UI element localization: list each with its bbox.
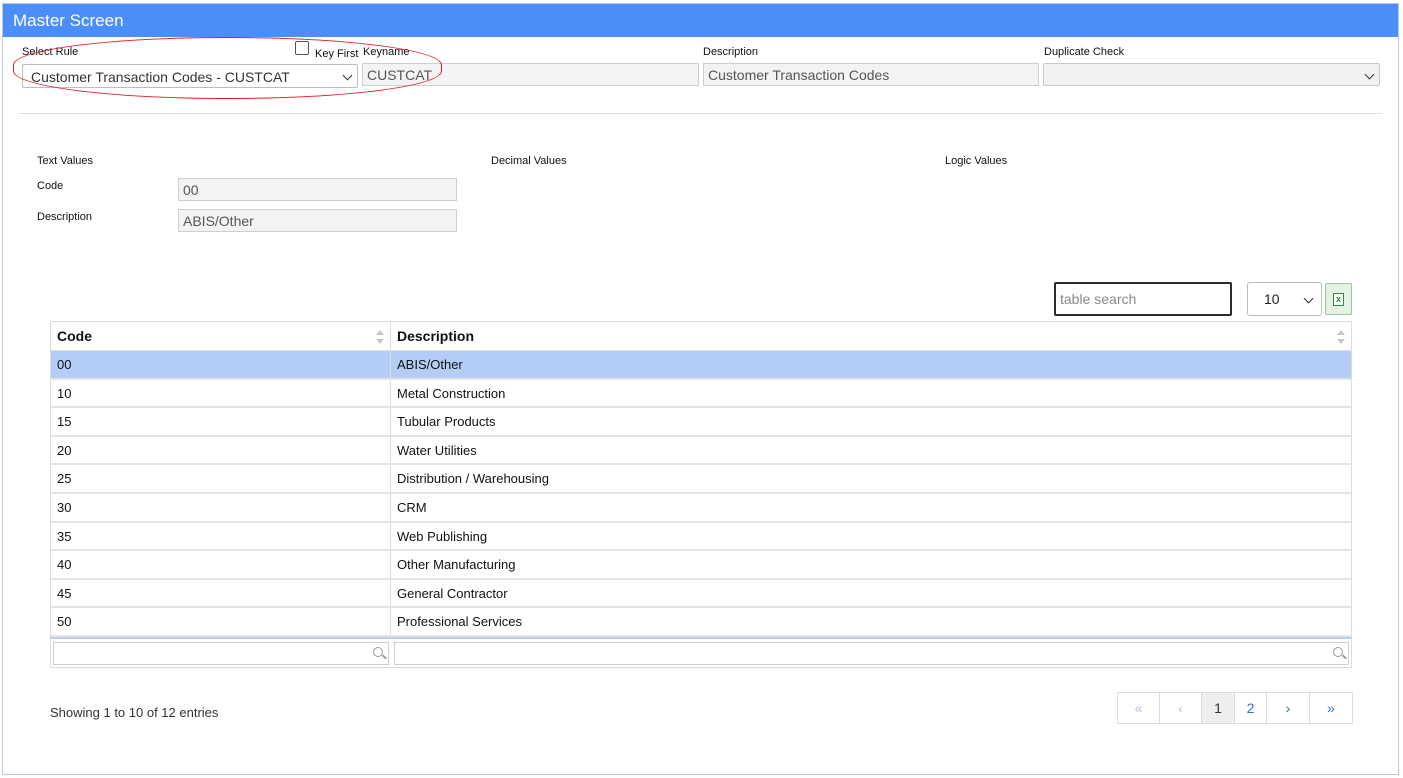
column-header-label: Code [57,328,92,344]
cell-code: 20 [51,436,391,464]
table-search-input[interactable]: table search [1054,282,1232,316]
table-row[interactable]: 30 CRM [50,493,1352,523]
cell-description: Water Utilities [397,442,477,458]
column-filter-row [50,636,1352,668]
table-row[interactable]: 50 Professional Services [50,608,1352,637]
chevron-down-icon [1303,293,1314,304]
table-row[interactable]: 20 Water Utilities [50,436,1352,466]
logic-values-label: Logic Values [945,155,1008,167]
cell-code: 10 [51,379,391,407]
chevron-down-icon [342,70,353,81]
decimal-values-label: Decimal Values [491,155,567,167]
page-1-button[interactable]: 1 [1202,693,1235,723]
search-icon [373,646,383,657]
cell-description: CRM [397,499,427,515]
code-label: Code [37,180,64,192]
table-row[interactable]: 00 ABIS/Other [50,351,1352,380]
select-rule-value: Customer Transaction Codes - CUSTCAT [31,69,290,85]
cell-description: Other Manufacturing [397,557,516,573]
value-description-field[interactable]: ABIS/Other [178,209,457,232]
chevron-down-icon [1364,69,1375,80]
keyname-label: Keyname [363,46,410,58]
cell-code: 50 [51,608,391,635]
duplicate-check-dropdown[interactable] [1043,63,1380,86]
page-length-value: 10 [1264,291,1280,307]
cell-description: Web Publishing [397,528,488,544]
cell-code: 35 [51,522,391,550]
code-filter-input[interactable] [53,641,389,665]
cell-description: General Contractor [397,585,508,601]
cell-code: 45 [51,579,391,607]
cell-description: Distribution / Warehousing [397,471,549,487]
cell-code: 25 [51,465,391,492]
sort-icon [376,330,384,344]
cell-code: 40 [51,551,391,578]
page-length-select[interactable]: 10 [1247,282,1322,316]
key-first-label: Key First [315,48,359,60]
last-page-button[interactable]: » [1310,693,1352,723]
description-field[interactable]: Customer Transaction Codes [703,63,1039,86]
description-label: Description [703,46,759,58]
table-row[interactable]: 25 Distribution / Warehousing [50,465,1352,494]
prev-page-button[interactable]: ‹ [1160,693,1202,723]
cell-description: Metal Construction [397,385,506,401]
cell-code: 00 [51,351,391,378]
description-filter-input[interactable] [394,641,1349,665]
page-2-button[interactable]: 2 [1235,693,1267,723]
search-icon [1333,646,1343,657]
value-description-label: Description [37,211,93,223]
cell-description: ABIS/Other [397,357,463,372]
table-row[interactable]: 10 Metal Construction [50,379,1352,409]
table-header: Code Description [50,321,1352,351]
key-first-checkbox[interactable] [295,41,309,55]
table-row[interactable]: 40 Other Manufacturing [50,551,1352,580]
select-rule-label: Select Rule [22,46,79,58]
column-header-code[interactable]: Code [51,322,391,350]
column-header-label: Description [397,328,475,344]
cell-description: Tubular Products [397,414,496,430]
cell-description: Professional Services [397,614,522,630]
pagination: « ‹ 1 2 › » [1117,692,1353,724]
table-row[interactable]: 35 Web Publishing [50,522,1352,552]
excel-export-icon: x [1333,293,1344,306]
next-page-button[interactable]: › [1267,693,1310,723]
code-field[interactable]: 00 [178,178,457,201]
select-rule-dropdown[interactable]: Customer Transaction Codes - CUSTCAT [22,64,358,88]
table-row[interactable]: 45 General Contractor [50,579,1352,609]
text-values-label: Text Values [37,155,94,167]
cell-code: 30 [51,493,391,521]
sort-icon [1337,330,1345,344]
column-header-description[interactable]: Description [391,322,1351,350]
divider [19,113,1382,114]
table-row[interactable]: 15 Tubular Products [50,408,1352,437]
table-info: Showing 1 to 10 of 12 entries [50,705,219,720]
window-title: Master Screen [3,4,1398,37]
keyname-field[interactable]: CUSTCAT [362,63,699,86]
codes-table: Code Description 00 ABIS/Other 10 Metal … [50,321,1352,668]
duplicate-check-label: Duplicate Check [1044,46,1125,58]
cell-code: 15 [51,408,391,435]
excel-export-button[interactable]: x [1325,283,1352,315]
first-page-button[interactable]: « [1118,693,1160,723]
